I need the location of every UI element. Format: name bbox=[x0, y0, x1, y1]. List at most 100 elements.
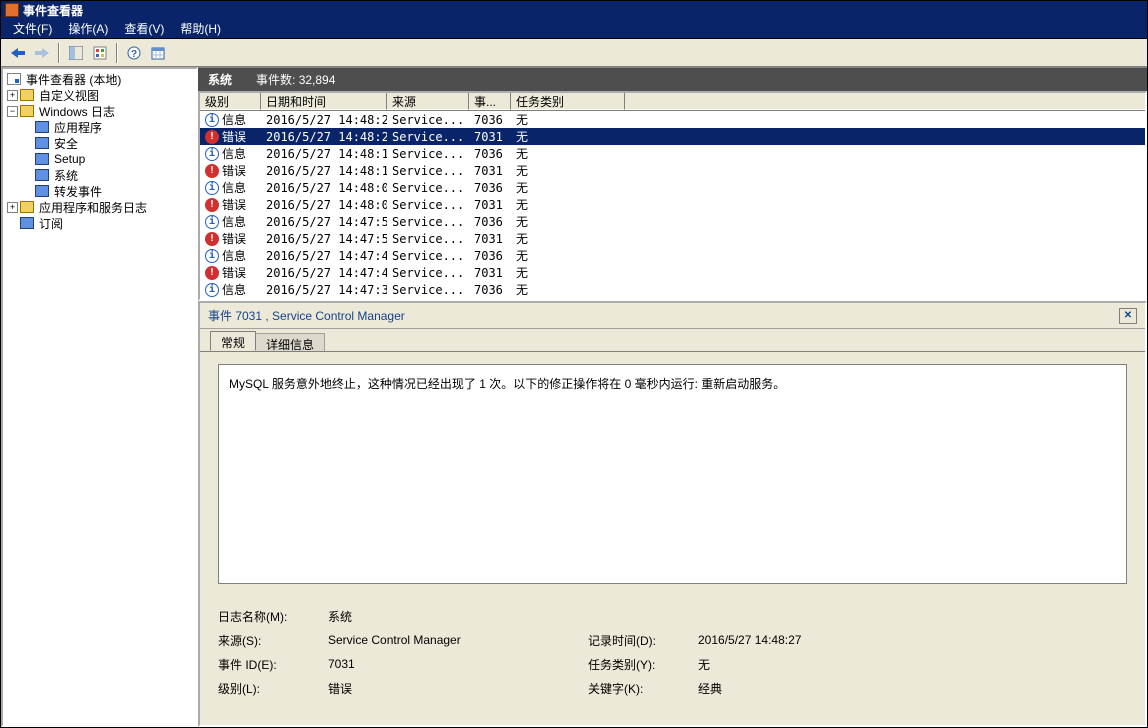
prop-id: 7031 bbox=[328, 657, 588, 671]
event-message: MySQL 服务意外地终止，这种情况已经出现了 1 次。以下的修正操作将在 0 … bbox=[218, 364, 1127, 584]
row-eventid: 7031 bbox=[469, 164, 511, 178]
row-eventid: 7036 bbox=[469, 249, 511, 263]
row-source: Service... bbox=[387, 181, 469, 195]
toolbar-separator-2 bbox=[116, 43, 118, 63]
event-row[interactable]: i信息2016/5/27 14:47:48Service...7036无 bbox=[200, 247, 1145, 264]
row-source: Service... bbox=[387, 249, 469, 263]
row-source: Service... bbox=[387, 215, 469, 229]
row-datetime: 2016/5/27 14:47:47 bbox=[261, 266, 387, 280]
tree-subscriptions[interactable]: 订阅 bbox=[3, 215, 196, 231]
error-icon: ! bbox=[205, 130, 219, 144]
tree-windows-logs[interactable]: −Windows 日志 bbox=[3, 103, 196, 119]
expand-icon[interactable]: + bbox=[7, 90, 18, 101]
row-task: 无 bbox=[511, 213, 625, 230]
row-datetime: 2016/5/27 14:47:48 bbox=[261, 249, 387, 263]
eventviewer-icon bbox=[7, 73, 21, 85]
calendar-button[interactable] bbox=[147, 42, 169, 64]
details-tabs: 常规 详细信息 bbox=[200, 329, 1145, 351]
forward-button[interactable] bbox=[31, 42, 53, 64]
details-close-button[interactable]: ✕ bbox=[1119, 308, 1137, 324]
log-icon bbox=[35, 153, 49, 165]
tree-app-services-logs[interactable]: +应用程序和服务日志 bbox=[3, 199, 196, 215]
tree-custom-views[interactable]: +自定义视图 bbox=[3, 87, 196, 103]
row-eventid: 7031 bbox=[469, 232, 511, 246]
toolbar-separator-1 bbox=[58, 43, 60, 63]
app-icon bbox=[5, 3, 19, 17]
event-row[interactable]: !错误2016/5/27 14:47:57Service...7031无 bbox=[200, 230, 1145, 247]
tree-forwarded[interactable]: 转发事件 bbox=[3, 183, 196, 199]
row-level: 信息 bbox=[222, 247, 246, 264]
col-source[interactable]: 来源 bbox=[387, 93, 469, 110]
expand-icon[interactable]: + bbox=[7, 202, 18, 213]
tree-setup[interactable]: Setup bbox=[3, 151, 196, 167]
event-row[interactable]: !错误2016/5/27 14:47:47Service...7031无 bbox=[200, 264, 1145, 281]
col-task[interactable]: 任务类别 bbox=[511, 93, 625, 110]
row-source: Service... bbox=[387, 198, 469, 212]
event-row[interactable]: !错误2016/5/27 14:48:14Service...7031无 bbox=[200, 162, 1145, 179]
menu-action[interactable]: 操作(A) bbox=[62, 19, 114, 38]
help-button[interactable]: ? bbox=[123, 42, 145, 64]
col-datetime[interactable]: 日期和时间 bbox=[261, 93, 387, 110]
event-row[interactable]: !错误2016/5/27 14:47:36Service...7031无 bbox=[200, 298, 1145, 299]
row-datetime: 2016/5/27 14:47:37 bbox=[261, 283, 387, 297]
tree-application[interactable]: 应用程序 bbox=[3, 119, 196, 135]
row-task: 无 bbox=[511, 230, 625, 247]
row-task: 无 bbox=[511, 111, 625, 128]
row-level: 错误 bbox=[222, 264, 246, 281]
event-row[interactable]: i信息2016/5/27 14:48:15Service...7036无 bbox=[200, 145, 1145, 162]
log-icon bbox=[35, 169, 49, 181]
row-source: Service... bbox=[387, 130, 469, 144]
row-level: 错误 bbox=[222, 196, 246, 213]
prop-level-label: 级别(L): bbox=[218, 680, 328, 697]
row-task: 无 bbox=[511, 128, 625, 145]
row-datetime: 2016/5/27 14:48:27 bbox=[261, 130, 387, 144]
event-list[interactable]: 级别 日期和时间 来源 事... 任务类别 i信息2016/5/27 14:48… bbox=[198, 91, 1147, 301]
row-datetime: 2016/5/27 14:48:28 bbox=[261, 113, 387, 127]
row-eventid: 7031 bbox=[469, 130, 511, 144]
menu-file[interactable]: 文件(F) bbox=[7, 19, 58, 38]
row-source: Service... bbox=[387, 164, 469, 178]
properties-button[interactable] bbox=[89, 42, 111, 64]
error-icon: ! bbox=[205, 198, 219, 212]
event-row[interactable]: i信息2016/5/27 14:48:28Service...7036无 bbox=[200, 111, 1145, 128]
back-button[interactable] bbox=[7, 42, 29, 64]
tab-details[interactable]: 详细信息 bbox=[255, 333, 325, 351]
col-level[interactable]: 级别 bbox=[200, 93, 261, 110]
window-title: 事件查看器 bbox=[23, 2, 83, 19]
folder-icon bbox=[20, 89, 34, 101]
col-eventid[interactable]: 事... bbox=[469, 93, 511, 110]
column-headers: 级别 日期和时间 来源 事... 任务类别 bbox=[200, 93, 1145, 111]
menu-view[interactable]: 查看(V) bbox=[118, 19, 170, 38]
folder-icon bbox=[20, 201, 34, 213]
info-icon: i bbox=[205, 215, 219, 229]
row-source: Service... bbox=[387, 113, 469, 127]
event-row[interactable]: !错误2016/5/27 14:48:27Service...7031无 bbox=[200, 128, 1145, 145]
collapse-icon[interactable]: − bbox=[7, 106, 18, 117]
details-title: 事件 7031 , Service Control Manager bbox=[208, 307, 405, 324]
row-level: 错误 bbox=[222, 230, 246, 247]
row-datetime: 2016/5/27 14:48:07 bbox=[261, 181, 387, 195]
navigation-tree[interactable]: 事件查看器 (本地) +自定义视图 −Windows 日志 应用程序 安全 Se… bbox=[1, 67, 198, 727]
tree-root[interactable]: 事件查看器 (本地) bbox=[3, 71, 196, 87]
error-icon: ! bbox=[205, 266, 219, 280]
menu-help[interactable]: 帮助(H) bbox=[174, 19, 227, 38]
prop-keywords: 经典 bbox=[698, 680, 958, 697]
prop-source-label: 来源(S): bbox=[218, 632, 328, 649]
event-row[interactable]: i信息2016/5/27 14:47:37Service...7036无 bbox=[200, 281, 1145, 298]
row-eventid: 7036 bbox=[469, 215, 511, 229]
prop-date-label: 记录时间(D): bbox=[588, 632, 698, 649]
row-eventid: 7036 bbox=[469, 147, 511, 161]
row-task: 无 bbox=[511, 145, 625, 162]
tree-security[interactable]: 安全 bbox=[3, 135, 196, 151]
tree-system[interactable]: 系统 bbox=[3, 167, 196, 183]
row-datetime: 2016/5/27 14:47:57 bbox=[261, 232, 387, 246]
event-row[interactable]: i信息2016/5/27 14:48:07Service...7036无 bbox=[200, 179, 1145, 196]
row-level: 信息 bbox=[222, 213, 246, 230]
show-hide-tree-button[interactable] bbox=[65, 42, 87, 64]
tab-general[interactable]: 常规 bbox=[210, 331, 256, 351]
event-row[interactable]: i信息2016/5/27 14:47:58Service...7036无 bbox=[200, 213, 1145, 230]
event-row[interactable]: !错误2016/5/27 14:48:06Service...7031无 bbox=[200, 196, 1145, 213]
folder-icon bbox=[20, 105, 34, 117]
row-eventid: 7036 bbox=[469, 113, 511, 127]
event-count-label: 事件数: bbox=[256, 73, 295, 87]
